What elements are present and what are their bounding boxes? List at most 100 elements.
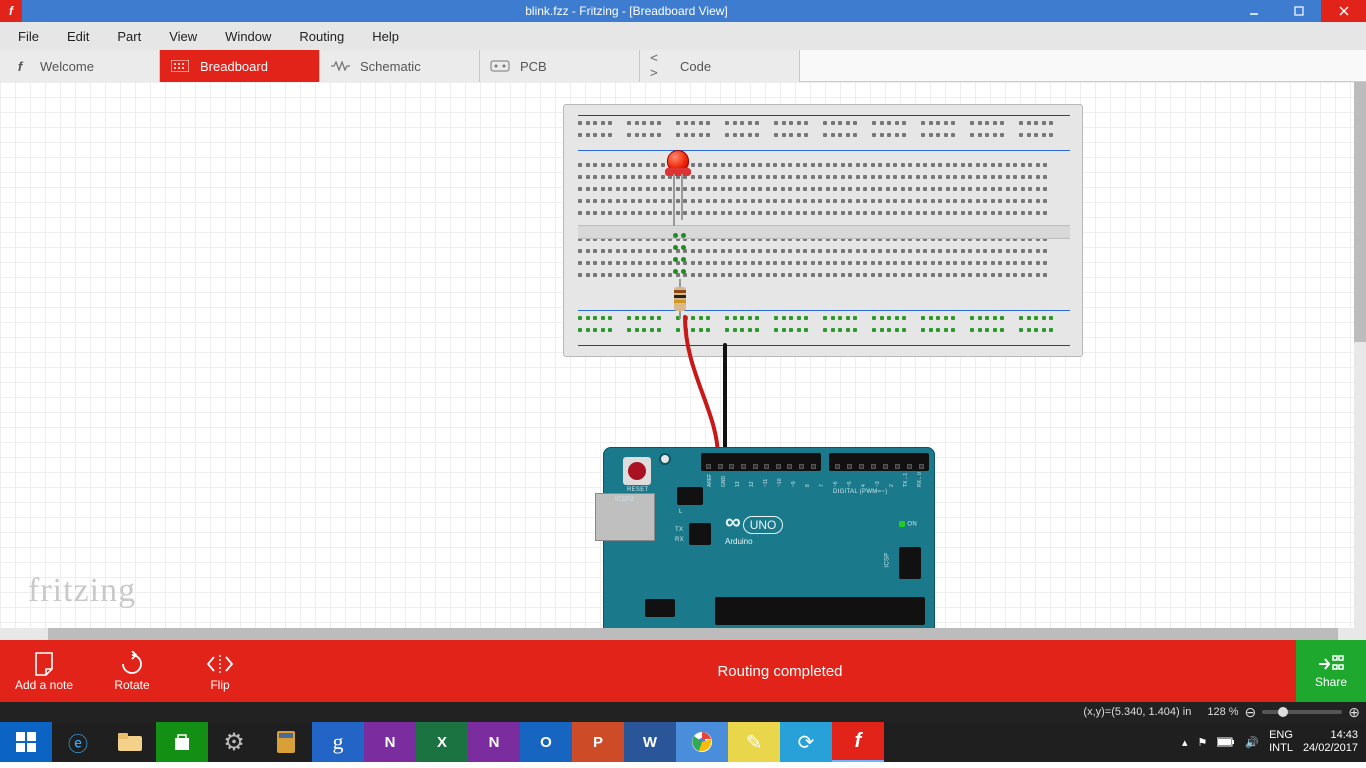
menu-help[interactable]: Help (358, 25, 413, 48)
digital-header-left[interactable] (701, 453, 821, 471)
zoom-controls: 128 % ⊖ ⊕ (1207, 704, 1360, 721)
taskbar-explorer[interactable] (104, 722, 156, 762)
connection-dot (673, 257, 678, 262)
share-icon (1317, 653, 1345, 675)
start-button[interactable] (0, 722, 52, 762)
led-leg-cathode (681, 174, 683, 220)
tray-language[interactable]: ENGINTL (1269, 729, 1293, 755)
rotate-label: Rotate (88, 678, 176, 692)
chrome-icon (691, 731, 713, 753)
reset-button[interactable] (623, 457, 651, 485)
tray-chevron-icon[interactable]: ▴ (1182, 736, 1188, 749)
zoom-slider[interactable] (1262, 710, 1342, 714)
tray-battery-icon[interactable] (1217, 737, 1235, 747)
tray-clock[interactable]: 14:4324/02/2017 (1303, 729, 1358, 755)
menu-window[interactable]: Window (211, 25, 285, 48)
tray-flag-icon[interactable]: ⚑ (1198, 736, 1208, 749)
menubar: File Edit Part View Window Routing Help (0, 22, 1366, 50)
small-chip (689, 523, 711, 545)
taskbar-settings[interactable]: ⚙ (208, 722, 260, 762)
taskbar-excel[interactable]: X (416, 722, 468, 762)
connection-dot (681, 269, 686, 274)
windows-icon (16, 732, 36, 752)
taskbar-sync[interactable]: ⟳ (780, 722, 832, 762)
menu-file[interactable]: File (4, 25, 53, 48)
arduino-part[interactable]: RESET ICSP2 DIGITAL (PWM=~) AREFGND1312~… (603, 447, 935, 640)
menu-view[interactable]: View (155, 25, 211, 48)
taskbar-onenote2[interactable]: N (468, 722, 520, 762)
breadboard-icon (170, 60, 190, 72)
view-tabs: f Welcome Breadboard Schematic PCB < > C… (0, 50, 1366, 82)
horizontal-scrollbar[interactable] (0, 628, 1366, 640)
taskbar-outlook[interactable]: O (520, 722, 572, 762)
tab-label: Welcome (40, 59, 94, 74)
taskbar-fritzing[interactable]: f (832, 722, 884, 762)
maximize-button[interactable] (1276, 0, 1321, 22)
canvas[interactable]: RESET ICSP2 DIGITAL (PWM=~) AREFGND1312~… (0, 82, 1366, 640)
cursor-coords: (x,y)=(5.340, 1.404) in (1083, 706, 1191, 718)
minimize-button[interactable] (1231, 0, 1276, 22)
tab-label: Breadboard (200, 59, 268, 74)
regulator-chip (645, 599, 675, 617)
connection-dot (681, 245, 686, 250)
resistor-band (674, 295, 686, 298)
vertical-scrollbar[interactable] (1354, 82, 1366, 640)
connection-dot (681, 257, 686, 262)
bottom-toolbar: Add a note Rotate Flip Routing completed… (0, 640, 1366, 702)
scrollbar-thumb[interactable] (1354, 82, 1366, 342)
routing-status: Routing completed (264, 663, 1296, 680)
breadboard-part[interactable] (563, 104, 1083, 357)
on-label: ON (899, 521, 917, 528)
taskbar-calculator[interactable] (260, 722, 312, 762)
digital-header-right[interactable] (829, 453, 929, 471)
close-button[interactable] (1321, 0, 1366, 22)
share-button[interactable]: Share (1296, 640, 1366, 702)
wire-black[interactable] (720, 340, 760, 462)
folder-icon (117, 732, 143, 752)
taskbar-ie[interactable]: ⓔ (52, 722, 104, 762)
tab-pcb[interactable]: PCB (480, 50, 640, 82)
arduino-logo: ∞UNO Arduino (725, 509, 783, 546)
tray-volume-icon[interactable]: 🔊 (1245, 736, 1259, 749)
note-icon (0, 650, 88, 678)
taskbar-onenote[interactable]: N (364, 722, 416, 762)
schematic-icon (330, 61, 350, 71)
tab-code[interactable]: < > Code (640, 50, 800, 82)
breadboard-power-bot (578, 306, 1070, 350)
resistor-lead (679, 279, 681, 287)
tab-breadboard[interactable]: Breadboard (160, 50, 320, 82)
taskbar-powerpoint[interactable]: P (572, 722, 624, 762)
led-rim (665, 168, 691, 176)
flip-button[interactable]: Flip (176, 650, 264, 692)
menu-routing[interactable]: Routing (285, 25, 358, 48)
statusbar: (x,y)=(5.340, 1.404) in 128 % ⊖ ⊕ (0, 702, 1366, 722)
taskbar-word[interactable]: W (624, 722, 676, 762)
connection-dot (673, 269, 678, 274)
tab-schematic[interactable]: Schematic (320, 50, 480, 82)
zoom-out-button[interactable]: ⊖ (1245, 704, 1257, 721)
scrollbar-thumb[interactable] (48, 628, 1338, 640)
flip-icon (176, 650, 264, 678)
tab-welcome[interactable]: f Welcome (0, 50, 160, 82)
minimize-icon (1249, 6, 1259, 16)
taskbar-sticky[interactable]: ✎ (728, 722, 780, 762)
tx-label: TX (675, 527, 683, 533)
calculator-icon (277, 731, 295, 753)
window-title: blink.fzz - Fritzing - [Breadboard View] (22, 4, 1231, 18)
app-icon: f (0, 0, 22, 22)
icsp2-label: ICSP2 (615, 497, 634, 503)
welcome-icon: f (10, 59, 30, 74)
taskbar-google[interactable]: g (312, 722, 364, 762)
taskbar-store[interactable] (156, 722, 208, 762)
taskbar-chrome[interactable] (676, 722, 728, 762)
rotate-button[interactable]: Rotate (88, 650, 176, 692)
led-part[interactable] (667, 150, 693, 186)
add-note-button[interactable]: Add a note (0, 650, 88, 692)
zoom-in-button[interactable]: ⊕ (1348, 704, 1360, 721)
icsp-header (899, 547, 921, 579)
led-leg-anode (673, 174, 675, 226)
menu-part[interactable]: Part (103, 25, 155, 48)
connection-dot (673, 233, 678, 238)
menu-edit[interactable]: Edit (53, 25, 103, 48)
share-label: Share (1315, 675, 1347, 689)
